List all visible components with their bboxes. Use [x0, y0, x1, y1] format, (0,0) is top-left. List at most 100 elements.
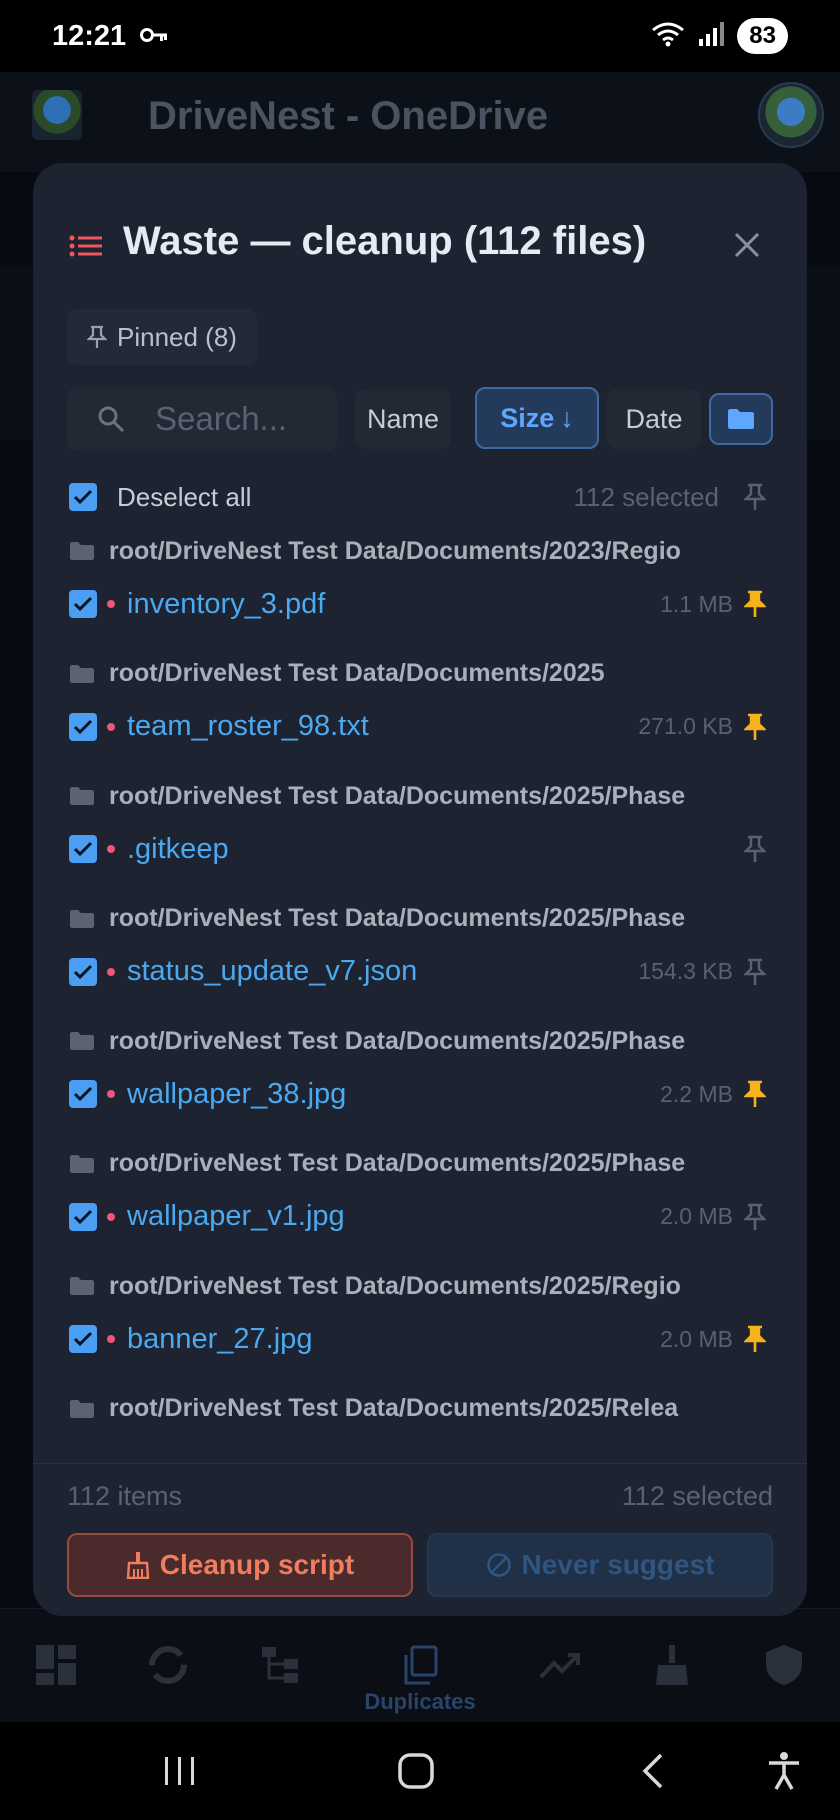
waste-dot-icon: [107, 1335, 115, 1343]
pinned-chip-label: Pinned (8): [117, 321, 237, 352]
file-checkbox[interactable]: [69, 1325, 97, 1353]
folder-path-row: root/DriveNest Test Data/Documents/2025: [69, 654, 771, 694]
file-checkbox[interactable]: [69, 957, 97, 986]
deselect-all-row[interactable]: Deselect all 112 selected: [69, 475, 771, 519]
sort-date-label: Date: [625, 403, 683, 434]
file-name[interactable]: wallpaper_38.jpg: [127, 1078, 346, 1111]
file-row[interactable]: wallpaper_38.jpg 2.2 MB: [69, 1071, 771, 1117]
nav-label-duplicates[interactable]: Duplicates: [340, 1689, 500, 1715]
tree-icon[interactable]: [250, 1635, 310, 1695]
folder-path: root/DriveNest Test Data/Documents/2025: [109, 659, 605, 687]
folder-icon: [70, 664, 94, 683]
deselect-all-label: Deselect all: [117, 481, 252, 512]
sort-size-button[interactable]: Size ↓: [475, 387, 599, 449]
file-group: root/DriveNest Test Data/Documents/2025/…: [69, 1021, 771, 1144]
sort-name-button[interactable]: Name: [355, 389, 451, 449]
pin-icon[interactable]: [739, 956, 771, 988]
sort-date-button[interactable]: Date: [607, 389, 701, 449]
pinned-filter-chip[interactable]: Pinned (8): [67, 309, 257, 365]
file-list[interactable]: root/DriveNest Test Data/Documents/2023/…: [69, 531, 771, 1439]
dashboard-icon[interactable]: [26, 1635, 86, 1695]
file-size: 2.0 MB: [660, 1325, 733, 1352]
file-name[interactable]: banner_27.jpg: [127, 1323, 312, 1356]
file-checkbox[interactable]: [69, 1080, 97, 1108]
avatar[interactable]: [758, 82, 824, 148]
bottom-nav: Duplicates: [0, 1608, 840, 1722]
file-checkbox[interactable]: [69, 1202, 97, 1231]
back-icon[interactable]: [622, 1746, 682, 1796]
waste-dot-icon: [107, 600, 115, 608]
folder-path: root/DriveNest Test Data/Documents/2025/…: [109, 1394, 679, 1422]
folder-icon: [728, 409, 754, 429]
pin-all-icon[interactable]: [739, 481, 771, 513]
sort-size-label: Size: [500, 402, 555, 433]
file-row[interactable]: status_update_v7.json 154.3 KB: [69, 949, 771, 995]
file-name[interactable]: inventory_3.pdf: [127, 588, 325, 621]
footer-selected-count: 112 selected: [621, 1481, 773, 1511]
pin-icon[interactable]: [739, 711, 771, 743]
file-name[interactable]: .gitkeep: [127, 833, 229, 866]
home-icon[interactable]: [386, 1746, 446, 1796]
pin-icon[interactable]: [739, 1201, 771, 1233]
sort-name-label: Name: [366, 403, 440, 434]
close-button[interactable]: [727, 225, 767, 265]
shield-icon[interactable]: [754, 1635, 814, 1695]
search-icon: [98, 406, 125, 433]
file-name[interactable]: wallpaper_v1.jpg: [127, 1200, 345, 1233]
file-name[interactable]: status_update_v7.json: [127, 955, 417, 988]
broom-icon: [126, 1552, 150, 1579]
file-name[interactable]: team_roster_98.txt: [127, 710, 369, 743]
accessibility-icon[interactable]: [754, 1746, 814, 1796]
app-logo: [32, 90, 82, 140]
pin-icon[interactable]: [739, 1323, 771, 1355]
deselect-all-checkbox[interactable]: [69, 483, 97, 511]
pin-icon[interactable]: [739, 588, 771, 620]
folder-path: root/DriveNest Test Data/Documents/2025/…: [109, 1271, 681, 1300]
duplicates-icon[interactable]: [390, 1635, 450, 1695]
folder-path-row: root/DriveNest Test Data/Documents/2025/…: [69, 776, 771, 816]
trend-icon[interactable]: [530, 1635, 590, 1695]
check-icon: [73, 1331, 93, 1347]
check-icon: [73, 1209, 93, 1224]
folder-path-row: root/DriveNest Test Data/Documents/2025/…: [69, 899, 771, 939]
file-size: 2.0 MB: [660, 1203, 733, 1229]
file-checkbox[interactable]: [69, 835, 97, 863]
file-row[interactable]: team_roster_98.txt 271.0 KB: [69, 704, 771, 750]
file-row[interactable]: summary.txt113.0 KB: [69, 1439, 771, 1440]
broom-icon[interactable]: [642, 1635, 702, 1695]
waste-dot-icon: [107, 1212, 115, 1221]
file-group: root/DriveNest Test Data/Documents/2023/…: [69, 531, 771, 654]
folder-icon: [70, 787, 94, 805]
never-suggest-button[interactable]: Never suggest: [427, 1533, 773, 1597]
file-row[interactable]: inventory_3.pdf 1.1 MB: [69, 581, 771, 627]
check-icon: [73, 489, 93, 505]
check-icon: [73, 964, 93, 979]
file-group: root/DriveNest Test Data/Documents/2025/…: [69, 899, 771, 1022]
recents-icon[interactable]: [150, 1746, 210, 1796]
cleanup-script-button[interactable]: Cleanup script: [67, 1533, 413, 1597]
folder-icon: [70, 1032, 94, 1050]
search-input[interactable]: [155, 400, 325, 438]
file-checkbox[interactable]: [69, 590, 97, 618]
folder-path-row: root/DriveNest Test Data/Documents/2025/…: [69, 1266, 771, 1306]
check-icon: [73, 841, 93, 857]
file-row[interactable]: banner_27.jpg 2.0 MB: [69, 1316, 771, 1362]
status-bar: 12:21 83: [0, 0, 840, 72]
pin-icon[interactable]: [739, 833, 771, 865]
pin-icon[interactable]: [739, 1078, 771, 1110]
search-box[interactable]: [67, 387, 337, 451]
folder-path: root/DriveNest Test Data/Documents/2023/…: [109, 536, 681, 565]
sync-icon[interactable]: [138, 1635, 198, 1695]
file-row[interactable]: .gitkeep: [69, 826, 771, 872]
file-checkbox[interactable]: [69, 712, 97, 741]
waste-dot-icon: [107, 1090, 115, 1098]
folder-path-row: root/DriveNest Test Data/Documents/2025/…: [69, 1144, 771, 1184]
group-by-folder-button[interactable]: [709, 393, 773, 445]
signal-icon: [697, 21, 725, 52]
file-row[interactable]: wallpaper_v1.jpg 2.0 MB: [69, 1194, 771, 1240]
wifi-icon: [651, 21, 685, 52]
folder-path: root/DriveNest Test Data/Documents/2025/…: [109, 1149, 686, 1177]
check-icon: [73, 596, 93, 612]
key-icon: [140, 26, 168, 49]
file-group: root/DriveNest Test Data/Documents/2025/…: [69, 1389, 771, 1440]
